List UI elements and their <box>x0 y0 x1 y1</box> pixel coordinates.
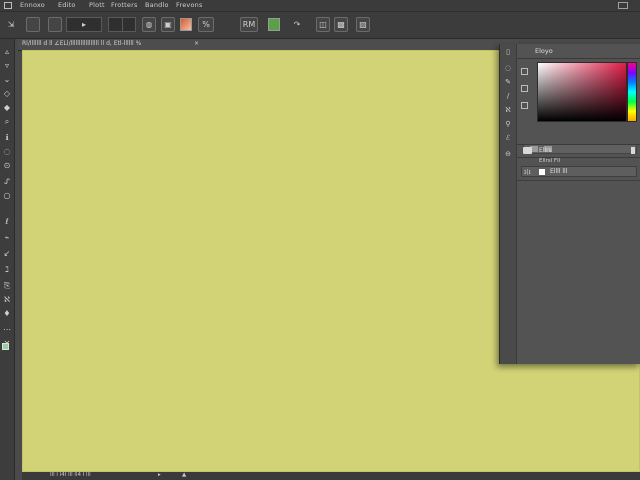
layers-header-text: Ellrsl Fll <box>539 158 561 164</box>
panel-divider <box>517 180 640 181</box>
dropdown-icon[interactable]: ▸ <box>66 17 102 32</box>
layer-green-icon[interactable] <box>268 18 280 31</box>
history-brush-icon[interactable]: ᔑ <box>2 177 12 187</box>
menu-filter[interactable]: Frevons <box>176 1 203 9</box>
picker-swap-icon[interactable] <box>521 102 528 109</box>
app-logo-icon[interactable] <box>4 2 12 9</box>
panel-header: Eloyo <box>517 44 640 59</box>
stamp-icon[interactable]: ◍ <box>142 17 156 32</box>
brush-tool-icon[interactable]: ◌ <box>2 147 12 157</box>
document-tab-label: Rl/lllllll d ll ∠ELl/lllllllllllllllll l… <box>22 40 142 47</box>
toolbox: ▵ ▿ ⌄ ◇ ◆ ⌕ ℹ ◌ ⊙ ᔑ ○ ℓ ⌁ ↙ ℷ ⎘ ℵ ♦ ⋯ ✕ <box>0 39 15 480</box>
brush-icon[interactable] <box>122 17 136 32</box>
move-icon[interactable]: ⇲ <box>4 17 18 32</box>
adjust-icon[interactable]: ℵ <box>504 106 512 114</box>
menu-edit[interactable]: Edito <box>58 1 76 9</box>
crop-tool-icon[interactable]: ◆ <box>2 103 12 113</box>
layers-icon <box>523 147 532 154</box>
crop-icon[interactable]: ◫ <box>316 17 330 32</box>
layers-section-label: Ellrs <box>539 147 552 154</box>
quick-select-icon[interactable]: ◇ <box>2 89 12 99</box>
menu-select[interactable]: Bandlo <box>145 1 169 9</box>
styles-icon[interactable]: ⚲ <box>504 120 512 128</box>
layer-thumbnail <box>539 169 545 175</box>
color-panel: ▯ ◌ ✎ / ℵ ⚲ ℰ ⊖ Eloyo Ellrs Ellrsl Fll ɪ… <box>499 44 640 364</box>
foreground-color-swatch[interactable] <box>2 343 9 350</box>
layers-header: Ellrsl Fll <box>521 158 637 166</box>
image-icon[interactable] <box>180 18 192 31</box>
menu-layer[interactable]: Frotters <box>111 1 138 9</box>
menu-image[interactable]: Plott <box>89 1 105 9</box>
pen-tool-icon[interactable]: ℓ <box>2 217 12 227</box>
path-icon[interactable]: ↷ <box>290 17 304 32</box>
status-bar: Ill l l4I lll ll4 l lll ▸ ▲ <box>22 472 640 480</box>
zoom-tool-icon[interactable]: ℵ <box>2 295 12 305</box>
eraser-icon[interactable]: ○ <box>2 191 12 201</box>
visibility-eye-icon[interactable]: ɪ(ɪ <box>524 169 531 176</box>
menu-file[interactable]: Ennoxo <box>20 1 45 9</box>
status-text: Ill l l4I lll ll4 l lll <box>50 472 91 478</box>
panel-icon-strip: ▯ ◌ ✎ / ℵ ⚲ ℰ ⊖ <box>500 44 517 364</box>
info-icon[interactable]: ⊖ <box>504 150 512 158</box>
brush-panel-icon[interactable]: ✎ <box>504 78 512 86</box>
properties-icon[interactable]: ℰ <box>504 134 512 142</box>
heal-tool-icon[interactable]: ℹ <box>2 133 12 143</box>
lasso-tool-icon[interactable]: ⌄ <box>2 75 12 85</box>
status-arrow-icon[interactable]: ▸ <box>158 472 161 478</box>
gradient-swatch-icon[interactable]: ▣ <box>161 17 175 32</box>
picture-icon[interactable]: ▨ <box>356 17 370 32</box>
path-select-icon[interactable]: ↙ <box>2 249 12 259</box>
clone-icon[interactable]: / <box>504 92 512 100</box>
picker-background-icon[interactable] <box>521 85 528 92</box>
ellipse-icon[interactable]: % <box>198 17 214 32</box>
hand-tool-icon[interactable]: ⎘ <box>2 281 12 291</box>
type-tool-icon[interactable]: ⌁ <box>2 233 12 243</box>
options-bar: ⇲ ▸ ◍ ▣ % RM ↷ ◫ ▩ ▨ <box>0 12 640 39</box>
marquee-icon[interactable] <box>48 17 62 32</box>
hue-slider[interactable] <box>627 62 637 122</box>
picker-foreground-icon[interactable] <box>521 68 528 75</box>
status-info-icon[interactable]: ▲ <box>182 472 186 478</box>
rectangle-icon[interactable] <box>26 17 40 32</box>
panel-title: Eloyo <box>535 47 553 55</box>
layer-row[interactable]: ɪ(ɪ Ellll lll <box>521 166 637 177</box>
history-icon[interactable]: ▯ <box>504 48 512 56</box>
extras-icon[interactable]: ♦ <box>2 309 12 319</box>
stamp-tool-icon[interactable]: ⊙ <box>2 161 12 171</box>
color-panel-inner: Eloyo Ellrs Ellrsl Fll ɪ(ɪ Ellll lll <box>517 44 640 364</box>
layer-name: Ellll lll <box>550 168 568 175</box>
lock-icon[interactable] <box>631 147 635 154</box>
close-icon[interactable]: × <box>194 40 199 47</box>
saturation-field[interactable] <box>537 62 627 122</box>
window-restore-icon[interactable] <box>618 2 628 9</box>
picker-mode-icons <box>521 68 533 119</box>
actions-icon[interactable]: ◌ <box>504 64 512 72</box>
shape-tool-icon[interactable]: ℷ <box>2 265 12 275</box>
photo-icon[interactable]: ▩ <box>334 17 348 32</box>
menu-bar: Ennoxo Edito Plott Frotters Bandlo Frevo… <box>0 0 640 12</box>
rm-label[interactable]: RM <box>240 17 258 32</box>
layers-section[interactable]: Ellrs <box>517 144 640 158</box>
marquee-tool-icon[interactable]: ▿ <box>2 61 12 71</box>
move-tool-icon[interactable]: ▵ <box>2 47 12 57</box>
more-tools-icon[interactable]: ⋯ <box>2 325 12 335</box>
eyedropper-icon[interactable]: ⌕ <box>2 117 12 127</box>
